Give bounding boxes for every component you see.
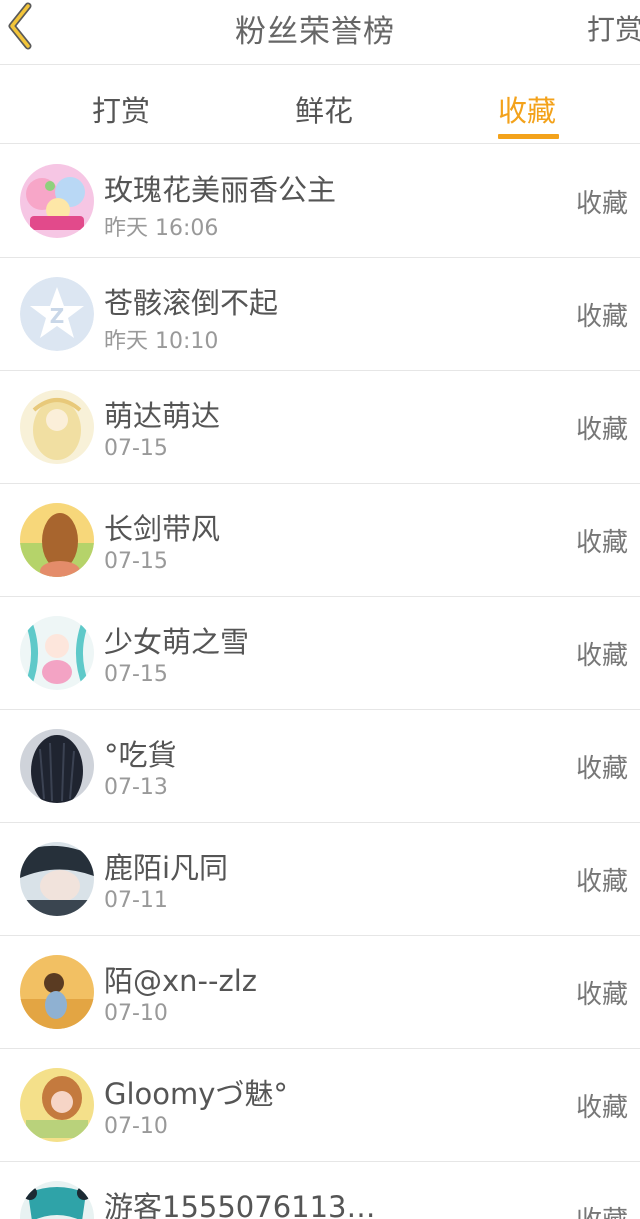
fan-action: 收藏 <box>576 302 629 332</box>
tab-reward[interactable]: 打赏 <box>92 88 150 130</box>
fan-action: 收藏 <box>576 867 629 897</box>
fan-action: 收藏 <box>576 528 629 558</box>
tab-flowers[interactable]: 鲜花 <box>295 88 353 130</box>
avatar <box>20 729 94 803</box>
page-title: 粉丝荣誉榜 <box>235 14 395 50</box>
fan-row[interactable]: 萌达萌达 07-15 收藏 <box>0 371 640 484</box>
avatar <box>20 1181 94 1219</box>
nav-bar: 粉丝荣誉榜 打赏 <box>0 0 640 65</box>
fan-name: 陌@xn--zlz <box>104 964 257 998</box>
fan-name: 萌达萌达 <box>104 399 221 433</box>
fan-row[interactable]: 玫瑰花美丽香公主 昨天 16:06 收藏 <box>0 145 640 258</box>
fan-time: 昨天 10:10 <box>104 329 219 354</box>
avatar <box>20 842 94 916</box>
avatar <box>20 955 94 1029</box>
fan-row[interactable]: °吃貨 07-13 收藏 <box>0 710 640 823</box>
fan-name: 苍骸滚倒不起 <box>104 286 279 320</box>
avatar <box>20 1068 94 1142</box>
tab-bar: 打赏 鲜花 收藏 <box>0 66 640 144</box>
fan-time: 07-15 <box>104 662 168 687</box>
fan-time: 07-15 <box>104 549 168 574</box>
fan-row[interactable]: Z 苍骸滚倒不起 昨天 10:10 收藏 <box>0 258 640 371</box>
fan-time: 07-11 <box>104 888 168 913</box>
fan-name: °吃貨 <box>104 738 177 772</box>
fan-name: Gloomyづ魅° <box>104 1077 288 1111</box>
fan-name: 鹿陌i凡同 <box>104 851 229 885</box>
fan-time: 07-10 <box>104 1001 168 1026</box>
avatar: Z <box>20 277 94 351</box>
fan-name: 玫瑰花美丽香公主 <box>104 173 337 207</box>
nav-right-button[interactable]: 打赏 <box>587 8 640 48</box>
fan-time: 07-10 <box>104 1114 168 1139</box>
fan-row[interactable]: Gloomyづ魅° 07-10 收藏 <box>0 1049 640 1162</box>
fan-time: 07-13 <box>104 775 168 800</box>
fan-row[interactable]: 游客1555076113… 收藏 <box>0 1162 640 1219</box>
avatar <box>20 503 94 577</box>
fan-row[interactable]: 长剑带风 07-15 收藏 <box>0 484 640 597</box>
fan-row[interactable]: 少女萌之雪 07-15 收藏 <box>0 597 640 710</box>
active-tab-indicator <box>498 134 559 139</box>
fan-action: 收藏 <box>576 980 629 1010</box>
fan-action: 收藏 <box>576 754 629 784</box>
fan-name: 少女萌之雪 <box>104 625 250 659</box>
fan-action: 收藏 <box>576 641 629 671</box>
fan-row[interactable]: 陌@xn--zlz 07-10 收藏 <box>0 936 640 1049</box>
fan-action: 收藏 <box>576 1200 628 1219</box>
avatar <box>20 164 94 238</box>
fan-time: 昨天 16:06 <box>104 216 219 241</box>
fan-row[interactable]: 鹿陌i凡同 07-11 收藏 <box>0 823 640 936</box>
fan-list: 玫瑰花美丽香公主 昨天 16:06 收藏 Z 苍骸滚倒不起 昨天 10:10 收… <box>0 145 640 1219</box>
fan-action: 收藏 <box>576 415 629 445</box>
avatar <box>20 616 94 690</box>
fan-name: 游客1555076113… <box>104 1190 376 1219</box>
avatar <box>20 390 94 464</box>
svg-text:Z: Z <box>50 304 65 328</box>
tab-favorites[interactable]: 收藏 <box>498 88 556 130</box>
fan-name: 长剑带风 <box>104 512 221 546</box>
fan-time: 07-15 <box>104 436 168 461</box>
fan-action: 收藏 <box>576 1093 629 1123</box>
fan-action: 收藏 <box>576 189 629 219</box>
